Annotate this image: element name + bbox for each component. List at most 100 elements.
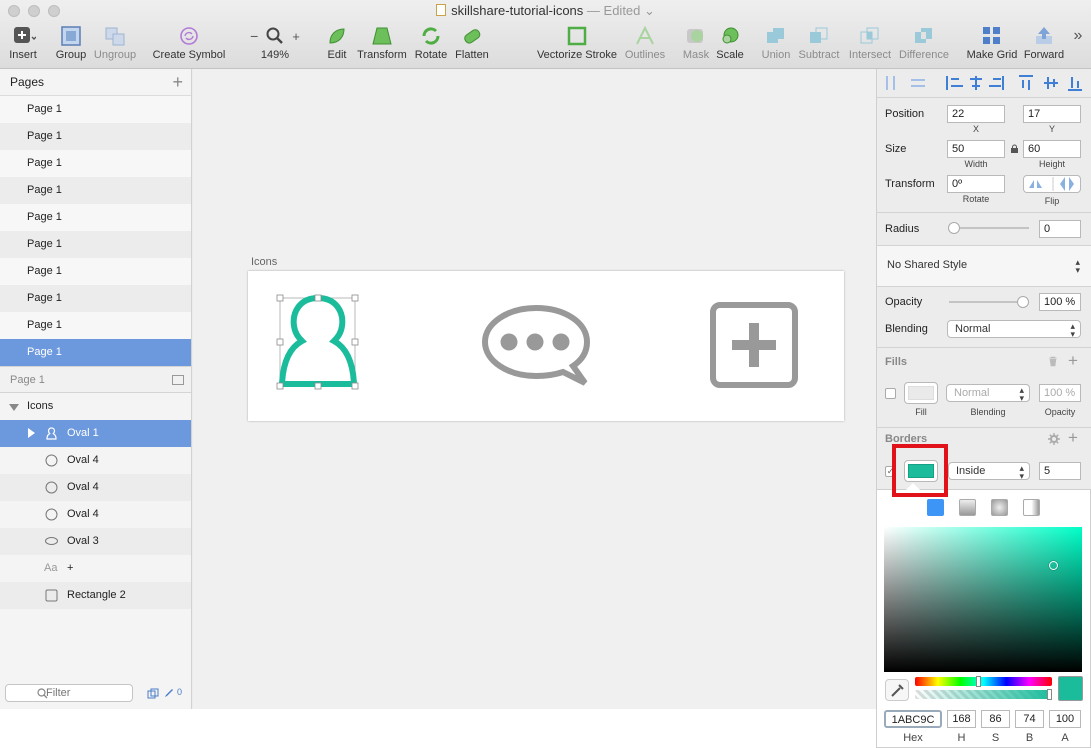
fill-opacity-field[interactable]: 100 %: [1039, 384, 1081, 402]
difference-button[interactable]: Difference: [896, 24, 952, 66]
disclosure-triangle-icon[interactable]: [28, 428, 35, 438]
gear-icon[interactable]: [1048, 433, 1060, 445]
edit-button[interactable]: Edit: [322, 24, 352, 66]
page-item[interactable]: Page 1: [0, 123, 191, 150]
union-button[interactable]: Union: [758, 24, 794, 66]
layer-group-label: Icons: [27, 400, 54, 412]
position-x-field[interactable]: 22: [947, 105, 1005, 123]
layer-group-icons[interactable]: Icons: [0, 393, 191, 420]
brightness-field[interactable]: 74: [1015, 710, 1044, 728]
layer-item-oval-4[interactable]: Oval 4: [0, 447, 191, 474]
page-item[interactable]: Page 1: [0, 285, 191, 312]
forward-button[interactable]: Forward: [1022, 24, 1066, 66]
hex-field[interactable]: 1ABC9C: [884, 710, 942, 728]
create-symbol-button[interactable]: Create Symbol: [151, 24, 227, 66]
disclosure-triangle-icon[interactable]: [9, 404, 19, 411]
flatten-button[interactable]: Flatten: [452, 24, 492, 66]
artboard-icons[interactable]: [248, 271, 844, 421]
artboard-label[interactable]: Icons: [251, 256, 277, 268]
width-field[interactable]: 50: [947, 140, 1005, 158]
pen-filter-icon[interactable]: [163, 687, 175, 699]
lock-icon[interactable]: [1010, 144, 1019, 154]
fill-color-well[interactable]: [904, 382, 938, 404]
page-item[interactable]: Page 1: [0, 258, 191, 285]
radius-field[interactable]: 0: [1039, 220, 1081, 238]
outlines-button[interactable]: Outlines: [622, 24, 668, 66]
fill-checkbox[interactable]: [885, 388, 896, 399]
collapse-pages-icon[interactable]: [172, 375, 184, 385]
scale-button[interactable]: Scale: [714, 24, 746, 66]
transform-button[interactable]: Transform: [354, 24, 410, 66]
saturation-brightness-field[interactable]: [884, 527, 1082, 672]
rotate-button[interactable]: Rotate: [412, 24, 450, 66]
layer-item-rectangle-2[interactable]: Rectangle 2: [0, 582, 191, 609]
opacity-slider-knob[interactable]: [1017, 296, 1029, 308]
add-border-button[interactable]: +: [1068, 428, 1078, 448]
layer-item-oval-4[interactable]: Oval 4: [0, 474, 191, 501]
layer-item-text[interactable]: Aa +: [0, 555, 191, 582]
layer-item-oval-1[interactable]: Oval 1: [0, 420, 191, 447]
zoom-in-button[interactable]: +: [292, 29, 300, 44]
hue-slider-knob[interactable]: [976, 676, 981, 687]
flip-icons[interactable]: [1024, 176, 1082, 192]
alpha-slider[interactable]: [915, 690, 1052, 699]
page-item[interactable]: Page 1: [0, 231, 191, 258]
zoom-out-button[interactable]: −: [250, 28, 258, 44]
opacity-slider[interactable]: [949, 301, 1027, 303]
alpha-field[interactable]: 100: [1049, 710, 1081, 728]
subtract-button[interactable]: Subtract: [796, 24, 842, 66]
distribute-icons[interactable]: [886, 76, 925, 90]
mask-button[interactable]: Mask: [680, 24, 712, 66]
layer-item-oval-4[interactable]: Oval 4: [0, 501, 191, 528]
scale-icon: [722, 27, 739, 44]
hue-slider[interactable]: [915, 677, 1052, 686]
color-field-cursor[interactable]: [1049, 561, 1058, 570]
plus-box-icon[interactable]: [710, 302, 798, 388]
saturation-field[interactable]: 86: [981, 710, 1010, 728]
radial-gradient-mode-button[interactable]: [991, 499, 1008, 516]
flat-color-mode-button[interactable]: [927, 499, 944, 516]
page-item[interactable]: Page 1: [0, 312, 191, 339]
edited-status[interactable]: — Edited ⌄: [587, 3, 655, 18]
shared-style-select[interactable]: No Shared Style ▴ ▾: [877, 246, 1091, 286]
page-item[interactable]: Page 1: [0, 177, 191, 204]
layer-item-oval-3[interactable]: Oval 3: [0, 528, 191, 555]
vectorize-stroke-button[interactable]: Vectorize Stroke: [534, 24, 620, 66]
border-thickness-field[interactable]: 5: [1039, 462, 1081, 480]
fill-blending-select[interactable]: Normal ▴ ▾: [946, 384, 1030, 403]
page-item[interactable]: Page 1: [0, 150, 191, 177]
linear-gradient-mode-button[interactable]: [959, 499, 976, 516]
angular-gradient-mode-button[interactable]: [1023, 499, 1040, 516]
border-position-select[interactable]: Inside ▴ ▾: [948, 462, 1030, 481]
align-icons[interactable]: [946, 75, 1082, 91]
page-item[interactable]: Page 1: [0, 204, 191, 231]
height-field[interactable]: 60: [1023, 140, 1081, 158]
layer-filter[interactable]: [5, 684, 136, 702]
page-item[interactable]: Page 1: [0, 96, 191, 123]
person-icon[interactable]: [278, 294, 358, 387]
alpha-slider-knob[interactable]: [1047, 689, 1052, 700]
filter-count: 0: [177, 687, 183, 697]
rotate-field[interactable]: 0º: [947, 175, 1005, 193]
trash-icon[interactable]: [1048, 356, 1058, 367]
add-fill-button[interactable]: +: [1068, 351, 1078, 371]
radius-slider[interactable]: [953, 227, 1029, 229]
make-grid-button[interactable]: Make Grid: [966, 24, 1018, 66]
more-toolbar-button[interactable]: »: [1068, 24, 1088, 66]
intersect-button[interactable]: Intersect: [846, 24, 894, 66]
add-page-button[interactable]: +: [172, 69, 183, 96]
ungroup-button[interactable]: Ungroup: [92, 24, 138, 66]
radius-slider-knob[interactable]: [948, 222, 960, 234]
blending-select[interactable]: Normal ▴ ▾: [947, 320, 1081, 339]
duplicate-filter-icon[interactable]: [147, 688, 159, 699]
opacity-field[interactable]: 100 %: [1039, 293, 1081, 311]
page-item-selected[interactable]: Page 1: [0, 339, 191, 366]
resize-handles[interactable]: [276, 294, 359, 390]
group-button[interactable]: Group: [54, 24, 88, 66]
hue-field[interactable]: 168: [947, 710, 976, 728]
position-y-field[interactable]: 17: [1023, 105, 1081, 123]
eyedropper-button[interactable]: [885, 679, 909, 701]
speech-bubble-icon[interactable]: [481, 304, 591, 386]
insert-button[interactable]: Insert: [4, 24, 42, 66]
filter-input[interactable]: [46, 687, 136, 699]
